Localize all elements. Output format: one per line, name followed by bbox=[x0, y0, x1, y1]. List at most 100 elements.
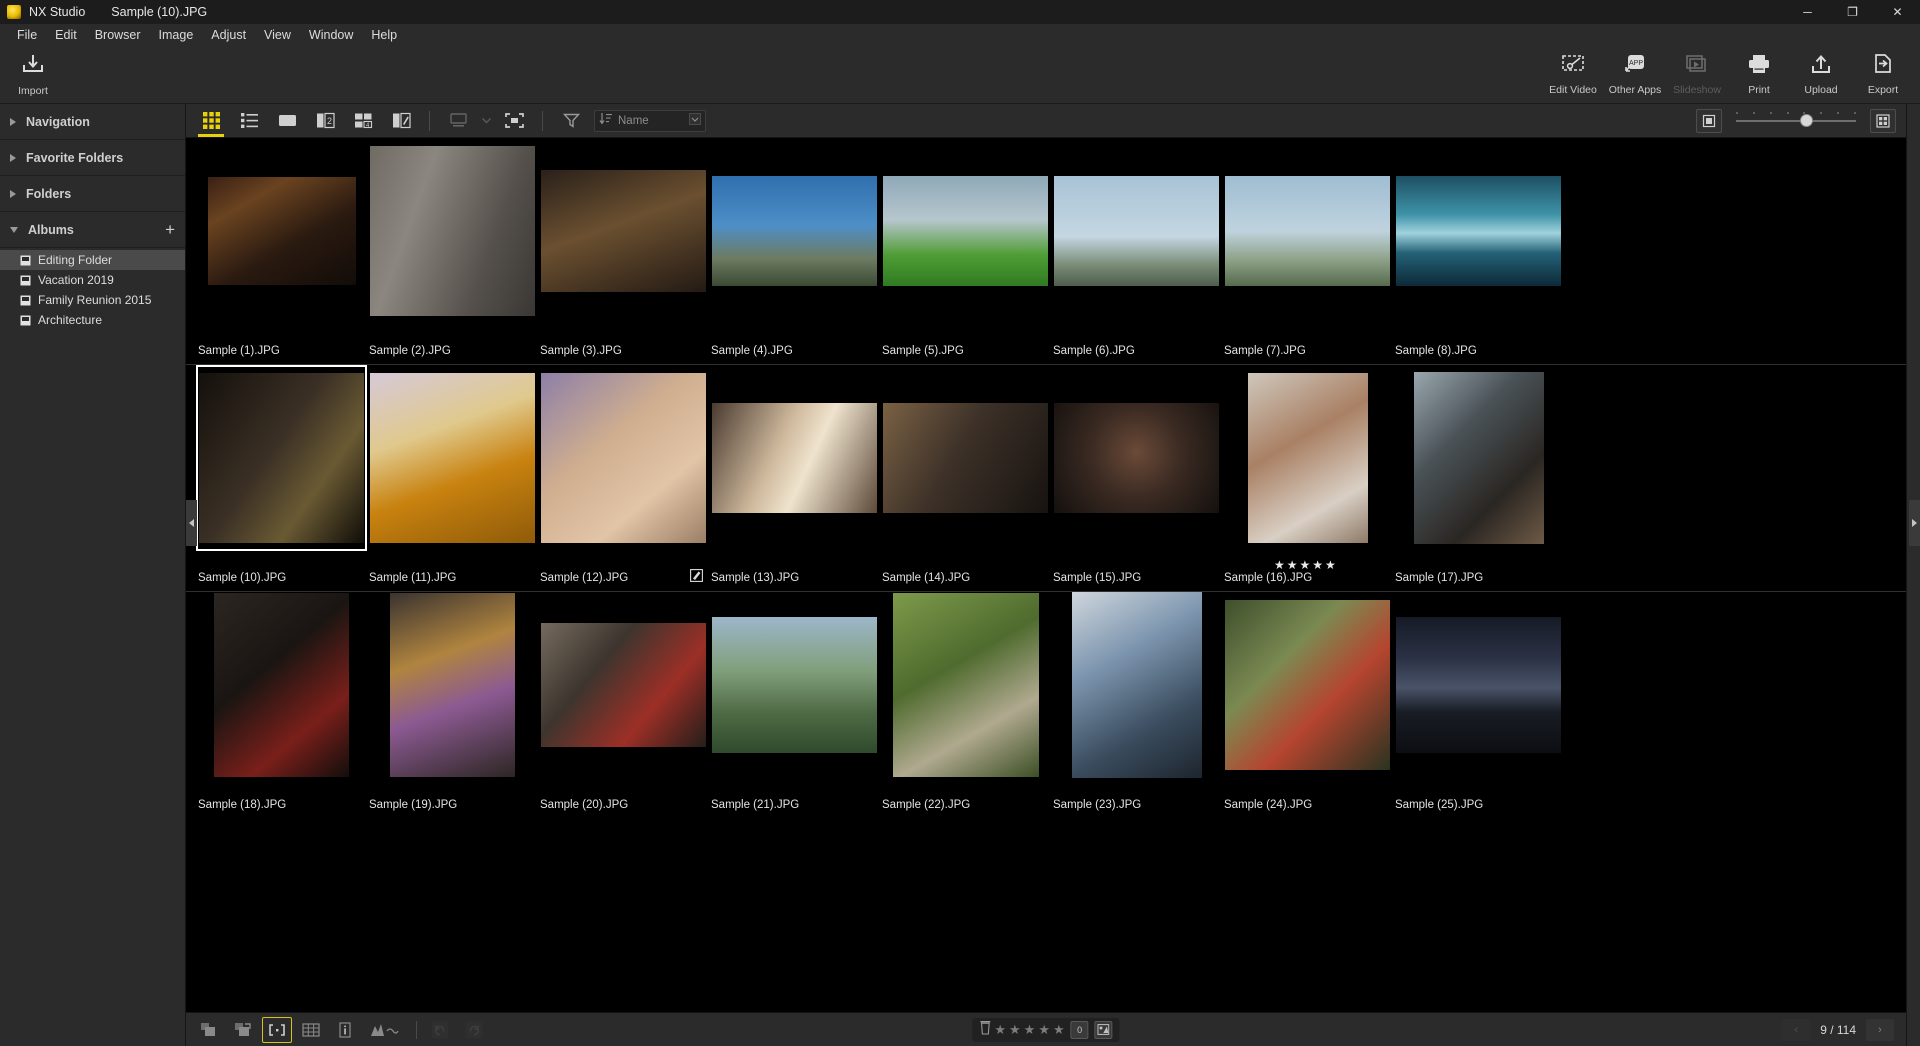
thumbnail-cell[interactable]: Sample (12).JPG bbox=[538, 365, 709, 591]
thumbnail-image-box[interactable] bbox=[709, 365, 880, 551]
thumbnail-grid-view-button[interactable] bbox=[192, 105, 230, 137]
thumbnail-cell[interactable]: Sample (21).JPG bbox=[709, 592, 880, 818]
thumbnail-cell[interactable]: Sample (8).JPG bbox=[1393, 138, 1564, 364]
menu-view[interactable]: View bbox=[255, 26, 300, 44]
thumbnail-cell[interactable]: Sample (2).JPG bbox=[367, 138, 538, 364]
minimize-icon[interactable]: ─ bbox=[1785, 0, 1830, 24]
thumbnail-image-box[interactable] bbox=[1051, 365, 1222, 551]
rating-star-4[interactable]: ★ bbox=[1038, 1022, 1050, 1038]
upload-button[interactable]: Upload bbox=[1790, 48, 1852, 102]
close-icon[interactable]: ✕ bbox=[1875, 0, 1920, 24]
thumbnail-cell[interactable]: Sample (5).JPG bbox=[880, 138, 1051, 364]
thumbnail-image-box[interactable] bbox=[880, 365, 1051, 551]
slideshow-button[interactable]: Slideshow bbox=[1666, 48, 1728, 102]
thumbnail-image-box[interactable] bbox=[538, 138, 709, 324]
thumbnail-image-box[interactable] bbox=[367, 365, 538, 551]
thumbnail-cell[interactable]: Sample (22).JPG bbox=[880, 592, 1051, 818]
thumbnail-image-box[interactable] bbox=[1222, 365, 1393, 551]
single-image-view-button[interactable] bbox=[268, 105, 306, 137]
slider-handle[interactable] bbox=[1800, 114, 1813, 127]
thumbnail-cell[interactable]: Sample (18).JPG bbox=[196, 592, 367, 818]
thumbnail-cell[interactable]: Sample (6).JPG bbox=[1051, 138, 1222, 364]
thumbnail-image-box[interactable] bbox=[1051, 592, 1222, 778]
histogram-button[interactable] bbox=[364, 1017, 404, 1043]
thumbnail-image-box[interactable] bbox=[1051, 138, 1222, 324]
menu-browser[interactable]: Browser bbox=[86, 26, 150, 44]
thumbnail-cell[interactable]: Sample (15).JPG bbox=[1051, 365, 1222, 591]
fullscreen-button[interactable] bbox=[495, 105, 533, 137]
thumbnail-cell[interactable]: Sample (17).JPG bbox=[1393, 365, 1564, 591]
import-button[interactable]: Import bbox=[0, 48, 66, 102]
thumbnail-image-box[interactable] bbox=[367, 592, 538, 778]
menu-window[interactable]: Window bbox=[300, 26, 362, 44]
thumbnail-cell[interactable]: Sample (20).JPG bbox=[538, 592, 709, 818]
thumbnail-image-box[interactable] bbox=[196, 592, 367, 778]
next-page-button[interactable]: › bbox=[1866, 1019, 1894, 1041]
thumbnail-cell[interactable]: Sample (25).JPG bbox=[1393, 592, 1564, 818]
small-thumbnail-icon[interactable] bbox=[1696, 109, 1722, 133]
label-icon[interactable] bbox=[1095, 1021, 1113, 1039]
album-item-vacation-2019[interactable]: Vacation 2019 bbox=[0, 270, 185, 290]
thumbnail-cell[interactable]: Sample (13).JPG bbox=[709, 365, 880, 591]
four-up-compare-view-button[interactable]: 4 bbox=[344, 105, 382, 137]
thumbnail-cell[interactable]: Sample (14).JPG bbox=[880, 365, 1051, 591]
edit-video-button[interactable]: Edit Video bbox=[1542, 48, 1604, 102]
expand-right-panel-handle[interactable] bbox=[1909, 500, 1920, 546]
album-item-editing-folder[interactable]: Editing Folder bbox=[0, 250, 185, 270]
menu-file[interactable]: File bbox=[8, 26, 46, 44]
thumbnail-image-box[interactable] bbox=[1393, 592, 1564, 778]
menu-help[interactable]: Help bbox=[362, 26, 406, 44]
collapse-left-panel-handle[interactable] bbox=[186, 500, 197, 546]
album-item-family-reunion-2015[interactable]: Family Reunion 2015 bbox=[0, 290, 185, 310]
thumbnail-image-box[interactable] bbox=[709, 592, 880, 778]
thumbnail-cell[interactable]: Sample (11).JPG bbox=[367, 365, 538, 591]
sidebar-panel-navigation[interactable]: Navigation bbox=[0, 104, 185, 140]
thumbnail-image-box[interactable] bbox=[1393, 365, 1564, 551]
export-button[interactable]: Export bbox=[1852, 48, 1914, 102]
thumbnail-image-box[interactable] bbox=[538, 365, 709, 551]
sidebar-panel-favorite-folders[interactable]: Favorite Folders bbox=[0, 140, 185, 176]
sidebar-panel-folders[interactable]: Folders bbox=[0, 176, 185, 212]
other-apps-button[interactable]: APP Other Apps bbox=[1604, 48, 1666, 102]
menu-adjust[interactable]: Adjust bbox=[202, 26, 255, 44]
thumbnail-cell-selected[interactable]: Sample (10).JPG bbox=[196, 365, 367, 591]
rating-zero-button[interactable]: 0 bbox=[1071, 1021, 1089, 1039]
thumbnail-image-box[interactable] bbox=[1222, 138, 1393, 324]
two-up-compare-view-button[interactable]: 2 bbox=[306, 105, 344, 137]
list-view-button[interactable] bbox=[230, 105, 268, 137]
thumbnail-cell[interactable]: Sample (4).JPG bbox=[709, 138, 880, 364]
crop-marks-button[interactable] bbox=[262, 1017, 292, 1043]
thumbnail-image-box[interactable] bbox=[538, 592, 709, 778]
thumbnail-cell[interactable]: Sample (19).JPG bbox=[367, 592, 538, 818]
image-and-edit-view-button[interactable] bbox=[382, 105, 420, 137]
menu-image[interactable]: Image bbox=[150, 26, 203, 44]
thumbnail-image-box[interactable] bbox=[196, 138, 367, 324]
thumbnail-cell[interactable]: ★★★★★ Sample (16).JPG bbox=[1222, 365, 1393, 591]
rating-star-1[interactable]: ★ bbox=[994, 1022, 1006, 1038]
display-mode-chevron-down-icon[interactable] bbox=[477, 105, 495, 137]
large-thumbnail-icon[interactable] bbox=[1870, 109, 1896, 133]
rotate-left-button[interactable] bbox=[425, 1017, 455, 1043]
print-button[interactable]: Print bbox=[1728, 48, 1790, 102]
thumbnail-cell[interactable]: Sample (24).JPG bbox=[1222, 592, 1393, 818]
trash-icon[interactable] bbox=[979, 1020, 991, 1040]
thumbnail-image-box[interactable] bbox=[1393, 138, 1564, 324]
rotate-right-button[interactable] bbox=[459, 1017, 489, 1043]
thumbnail-image-box[interactable] bbox=[196, 365, 367, 551]
stack-button[interactable] bbox=[194, 1017, 224, 1043]
thumbnail-image-box[interactable] bbox=[880, 138, 1051, 324]
maximize-icon[interactable]: ❐ bbox=[1830, 0, 1875, 24]
grid-overlay-button[interactable] bbox=[296, 1017, 326, 1043]
display-mode-button[interactable] bbox=[439, 105, 477, 137]
info-button[interactable] bbox=[330, 1017, 360, 1043]
add-album-button[interactable]: + bbox=[165, 221, 175, 238]
thumbnail-cell[interactable]: Sample (3).JPG bbox=[538, 138, 709, 364]
thumbnail-cell[interactable]: Sample (23).JPG bbox=[1051, 592, 1222, 818]
thumbnail-cell[interactable]: Sample (7).JPG bbox=[1222, 138, 1393, 364]
menu-edit[interactable]: Edit bbox=[46, 26, 86, 44]
thumbnail-image-box[interactable] bbox=[367, 138, 538, 324]
sort-dropdown[interactable]: Name bbox=[594, 110, 706, 132]
thumbnail-image-box[interactable] bbox=[880, 592, 1051, 778]
thumbnail-cell[interactable]: Sample (1).JPG bbox=[196, 138, 367, 364]
thumbnail-image-box[interactable] bbox=[1222, 592, 1393, 778]
